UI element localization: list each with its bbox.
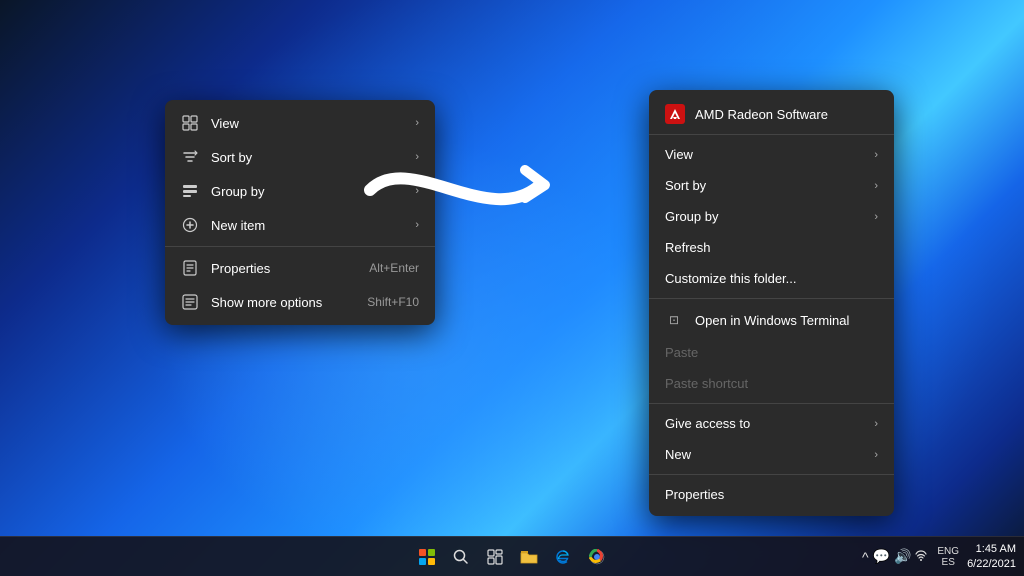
right-context-menu: AMD Radeon Software View › Sort by › Gro… <box>649 90 894 516</box>
terminal-icon: ⊡ <box>665 311 683 329</box>
give-access-arrow: › <box>874 418 878 430</box>
right-menu-item-properties[interactable]: Properties <box>649 479 894 510</box>
tray-chat[interactable]: 💬 <box>873 548 890 565</box>
right-menu-separator-3 <box>649 474 894 475</box>
left-context-menu: View › Sort by › Group by <box>165 100 435 325</box>
new-item-arrow: › <box>415 219 419 231</box>
taskbar: ^ 💬 🔊 ENG ES 1:45 AM 6/22/2021 <box>0 536 1024 576</box>
system-tray: ^ 💬 🔊 <box>862 548 927 565</box>
left-menu-properties-label: Properties <box>211 261 357 276</box>
new-arrow: › <box>874 449 878 461</box>
left-menu-item-new[interactable]: New item › <box>165 208 435 242</box>
task-view-button[interactable] <box>481 543 509 571</box>
file-explorer-button[interactable] <box>515 543 543 571</box>
language-indicator[interactable]: ENG ES <box>937 546 959 568</box>
right-menu-item-customize[interactable]: Customize this folder... <box>649 263 894 294</box>
left-menu-item-view[interactable]: View › <box>165 106 435 140</box>
right-menu-title: AMD Radeon Software <box>695 107 828 122</box>
right-menu-separator-2 <box>649 403 894 404</box>
right-menu-item-paste-shortcut: Paste shortcut <box>649 368 894 399</box>
group-icon <box>181 182 199 200</box>
view-icon <box>181 114 199 132</box>
right-menu-give-access-label: Give access to <box>665 416 862 431</box>
time-display: 1:45 AM <box>967 542 1016 556</box>
left-menu-group-label: Group by <box>211 184 403 199</box>
language-code: ENG ES <box>937 546 959 568</box>
right-menu-item-sort[interactable]: Sort by › <box>649 170 894 201</box>
right-menu-sort-label: Sort by <box>665 178 862 193</box>
left-menu-view-label: View <box>211 116 403 131</box>
right-menu-item-refresh[interactable]: Refresh <box>649 232 894 263</box>
tray-wifi[interactable] <box>915 549 927 565</box>
left-menu-more-label: Show more options <box>211 295 355 310</box>
right-menu-customize-label: Customize this folder... <box>665 271 878 286</box>
desktop: View › Sort by › Group by <box>0 0 1024 576</box>
properties-icon <box>181 259 199 277</box>
right-menu-paste-label: Paste <box>665 345 878 360</box>
right-menu-view-label: View <box>665 147 862 162</box>
sort-icon <box>181 148 199 166</box>
right-menu-refresh-label: Refresh <box>665 240 878 255</box>
right-menu-item-paste: Paste <box>649 337 894 368</box>
windows-logo <box>419 549 435 565</box>
right-menu-group-label: Group by <box>665 209 862 224</box>
properties-shortcut: Alt+Enter <box>369 261 419 275</box>
more-options-shortcut: Shift+F10 <box>367 295 419 309</box>
search-button[interactable] <box>447 543 475 571</box>
right-menu-item-new[interactable]: New › <box>649 439 894 470</box>
date-display: 6/22/2021 <box>967 557 1016 571</box>
right-sort-arrow: › <box>874 180 878 192</box>
edge-button[interactable] <box>549 543 577 571</box>
left-menu-item-sort[interactable]: Sort by › <box>165 140 435 174</box>
more-options-icon <box>181 293 199 311</box>
sort-arrow: › <box>415 151 419 163</box>
taskbar-center <box>413 543 611 571</box>
chrome-button[interactable] <box>583 543 611 571</box>
right-group-arrow: › <box>874 211 878 223</box>
right-menu-item-terminal[interactable]: ⊡ Open in Windows Terminal <box>649 303 894 337</box>
tray-volume[interactable]: 🔊 <box>894 548 911 565</box>
new-icon <box>181 216 199 234</box>
left-menu-separator-1 <box>165 246 435 247</box>
left-menu-item-group[interactable]: Group by › <box>165 174 435 208</box>
right-menu-separator-1 <box>649 298 894 299</box>
tray-chevron[interactable]: ^ <box>862 549 869 565</box>
right-menu-header: AMD Radeon Software <box>649 96 894 135</box>
right-menu-properties-label: Properties <box>665 487 878 502</box>
right-menu-item-group[interactable]: Group by › <box>649 201 894 232</box>
left-menu-item-more-options[interactable]: Show more options Shift+F10 <box>165 285 435 319</box>
amd-icon <box>665 104 685 124</box>
group-arrow: › <box>415 185 419 197</box>
right-menu-paste-shortcut-label: Paste shortcut <box>665 376 878 391</box>
right-view-arrow: › <box>874 149 878 161</box>
view-arrow: › <box>415 117 419 129</box>
start-button[interactable] <box>413 543 441 571</box>
right-menu-item-view[interactable]: View › <box>649 139 894 170</box>
clock[interactable]: 1:45 AM 6/22/2021 <box>967 542 1016 571</box>
left-menu-sort-label: Sort by <box>211 150 403 165</box>
taskbar-right: ^ 💬 🔊 ENG ES 1:45 AM 6/22/2021 <box>862 542 1016 571</box>
right-menu-item-give-access[interactable]: Give access to › <box>649 408 894 439</box>
left-menu-new-label: New item <box>211 218 403 233</box>
right-menu-new-label: New <box>665 447 862 462</box>
left-menu-item-properties[interactable]: Properties Alt+Enter <box>165 251 435 285</box>
right-menu-terminal-label: Open in Windows Terminal <box>695 313 878 328</box>
